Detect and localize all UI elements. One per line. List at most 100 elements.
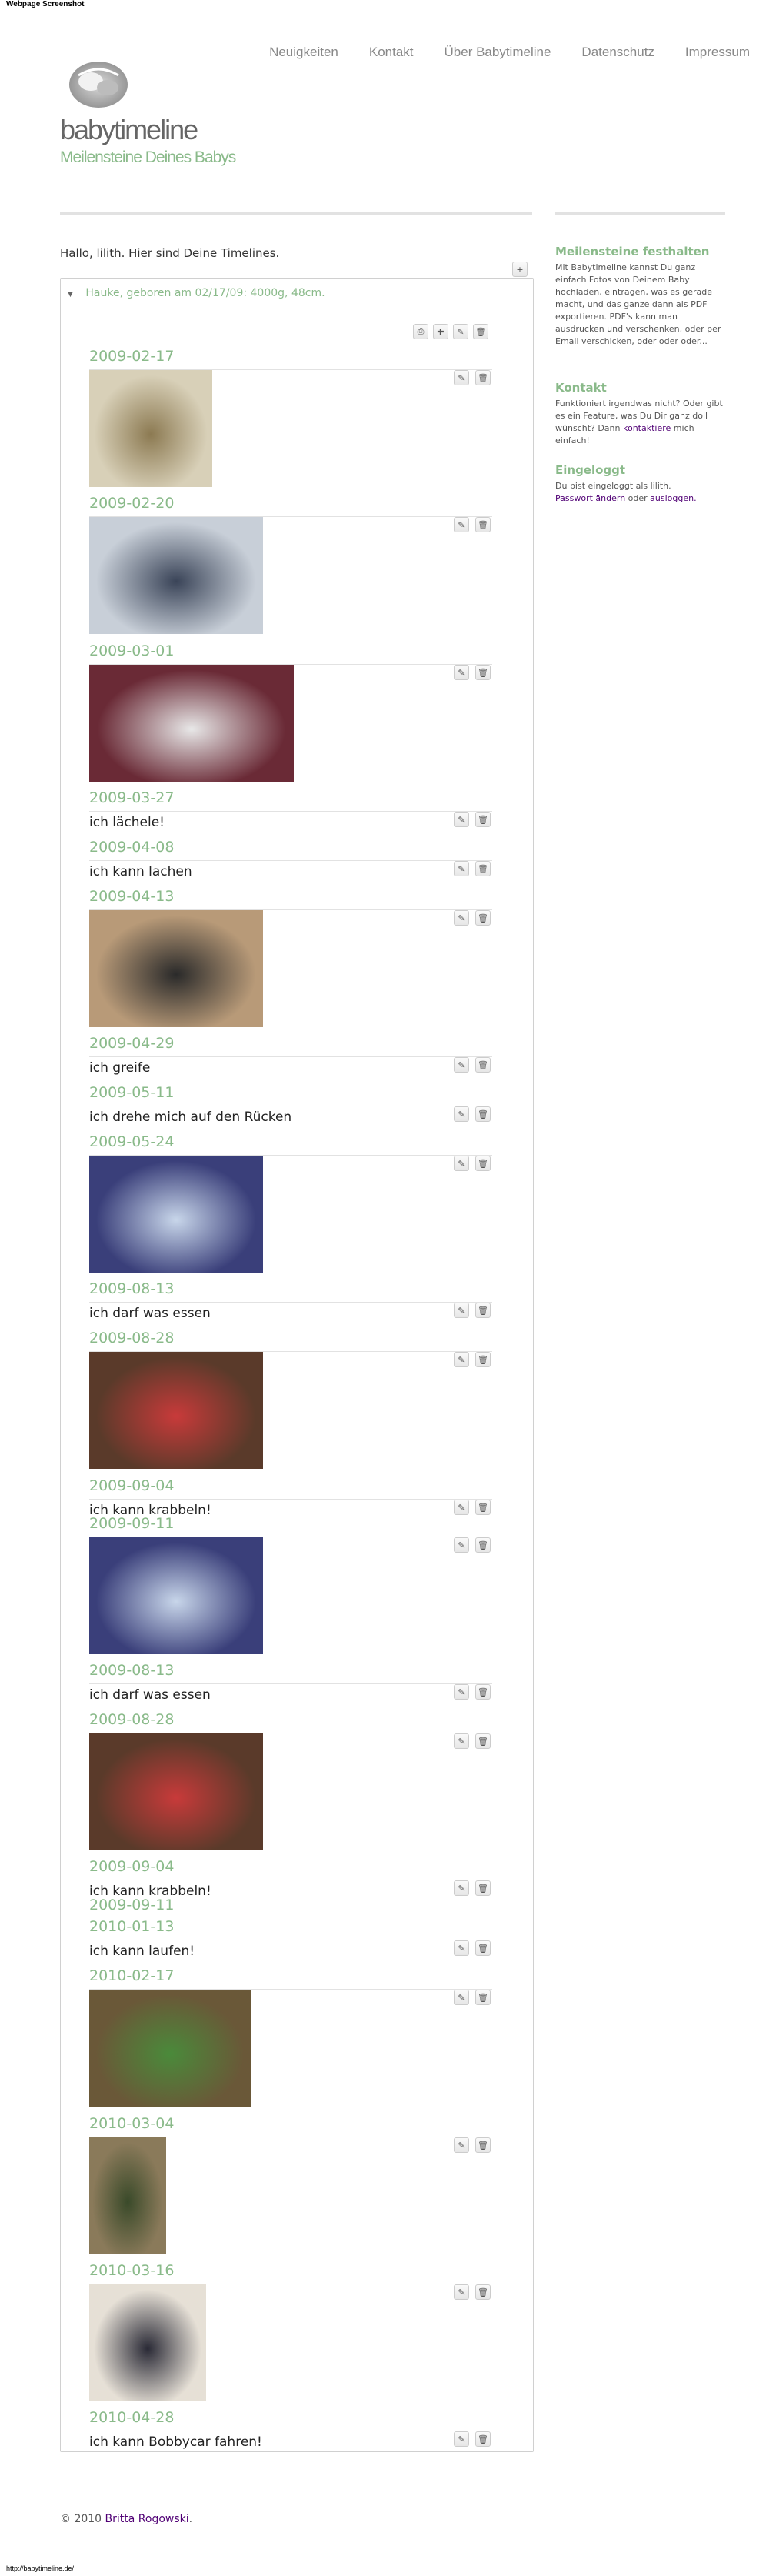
edit-entry-button[interactable]: ✎ (454, 910, 469, 926)
change-password-link[interactable]: Passwort ändern (555, 493, 625, 503)
entry-actions: ✎ 🗑 (454, 1684, 491, 1700)
delete-entry-button[interactable]: 🗑 (475, 665, 491, 680)
print-icon: ⎙ (417, 326, 425, 336)
pencil-icon: ✎ (458, 1059, 465, 1070)
pencil-icon: ✎ (458, 2434, 465, 2444)
edit-entry-button[interactable]: ✎ (454, 517, 469, 532)
edit-entry-button[interactable]: ✎ (454, 812, 469, 827)
entry-photo[interactable] (89, 665, 294, 782)
edit-entry-button[interactable]: ✎ (454, 370, 469, 385)
entry-photo[interactable] (89, 2284, 206, 2401)
delete-entry-button[interactable]: 🗑 (475, 1880, 491, 1896)
screenshot-label: Webpage Screenshot (6, 0, 85, 8)
entry-actions: ✎ 🗑 (454, 1940, 491, 1956)
delete-entry-button[interactable]: 🗑 (475, 1156, 491, 1171)
expand-arrow-icon[interactable]: ▼ (68, 291, 73, 299)
add-timeline-button[interactable]: + (512, 262, 528, 277)
delete-entry-button[interactable]: 🗑 (475, 910, 491, 926)
entry-photo[interactable] (89, 370, 212, 487)
delete-entry-button[interactable]: 🗑 (475, 1684, 491, 1700)
entry-photo[interactable] (89, 1156, 263, 1273)
delete-timeline-button[interactable]: 🗑 (473, 324, 488, 339)
entry-actions: ✎ 🗑 (454, 1990, 491, 2005)
edit-entry-button[interactable]: ✎ (454, 1990, 469, 2005)
entry-photo[interactable] (89, 1733, 263, 1850)
delete-entry-button[interactable]: 🗑 (475, 1106, 491, 1122)
delete-entry-button[interactable]: 🗑 (475, 1057, 491, 1073)
print-button[interactable]: ⎙ (413, 324, 428, 339)
edit-entry-button[interactable]: ✎ (454, 1537, 469, 1553)
logout-link[interactable]: ausloggen. (650, 493, 696, 503)
delete-entry-button[interactable]: 🗑 (475, 861, 491, 876)
add-entry-button[interactable]: ✚ (433, 324, 448, 339)
delete-entry-button[interactable]: 🗑 (475, 1500, 491, 1515)
entry-date: 2009-09-11 (89, 1897, 175, 1914)
nav-neuigkeiten[interactable]: Neuigkeiten (269, 45, 338, 60)
entry-date: 2009-08-13 (89, 1662, 175, 1679)
entry-photo[interactable] (89, 1990, 251, 2107)
status-bar-url: http://babytimeline.de/ (6, 2564, 75, 2572)
edit-entry-button[interactable]: ✎ (454, 665, 469, 680)
nav-ueber[interactable]: Über Babytimeline (445, 45, 551, 60)
trash-icon: 🗑 (478, 1687, 488, 1697)
trash-icon: 🗑 (478, 1109, 488, 1119)
delete-entry-button[interactable]: 🗑 (475, 812, 491, 827)
login-status: Du bist eingeloggt als lilith. (555, 481, 671, 491)
entry-actions: ✎ 🗑 (454, 1057, 491, 1073)
pencil-icon: ✎ (458, 1883, 465, 1894)
contact-link[interactable]: kontaktiere (623, 423, 671, 433)
sidebar-text-features: Mit Babytimeline kannst Du ganz einfach … (555, 262, 721, 346)
sidebar-heading-login: Eingeloggt (555, 463, 626, 477)
delete-entry-button[interactable]: 🗑 (475, 370, 491, 385)
delete-entry-button[interactable]: 🗑 (475, 1733, 491, 1749)
sidebar-heading-features: Meilensteine festhalten (555, 245, 710, 259)
entry-date: 2009-03-27 (89, 789, 175, 806)
site-title[interactable]: babytimeline (60, 114, 198, 146)
entry-photo[interactable] (89, 517, 263, 634)
nav-impressum[interactable]: Impressum (685, 45, 750, 60)
entry-photo[interactable] (89, 1537, 263, 1654)
delete-entry-button[interactable]: 🗑 (475, 1303, 491, 1318)
delete-entry-button[interactable]: 🗑 (475, 2431, 491, 2447)
delete-entry-button[interactable]: 🗑 (475, 1990, 491, 2005)
delete-entry-button[interactable]: 🗑 (475, 2137, 491, 2153)
pencil-icon: ✎ (458, 1736, 465, 1747)
logo[interactable] (63, 52, 134, 112)
edit-entry-button[interactable]: ✎ (454, 1057, 469, 1073)
entry-photo[interactable] (89, 910, 263, 1027)
entry-photo[interactable] (89, 2137, 166, 2254)
edit-entry-button[interactable]: ✎ (454, 861, 469, 876)
edit-entry-button[interactable]: ✎ (454, 1303, 469, 1318)
entry-photo[interactable] (89, 1352, 263, 1469)
edit-entry-button[interactable]: ✎ (454, 1106, 469, 1122)
edit-entry-button[interactable]: ✎ (454, 1156, 469, 1171)
pencil-icon: ✎ (458, 814, 465, 825)
delete-entry-button[interactable]: 🗑 (475, 1352, 491, 1367)
entry-date: 2009-04-13 (89, 888, 175, 905)
edit-timeline-button[interactable]: ✎ (453, 324, 468, 339)
delete-entry-button[interactable]: 🗑 (475, 1537, 491, 1553)
delete-entry-button[interactable]: 🗑 (475, 517, 491, 532)
edit-entry-button[interactable]: ✎ (454, 1940, 469, 1956)
nav-datenschutz[interactable]: Datenschutz (581, 45, 654, 60)
entry-date: 2009-02-17 (89, 348, 175, 365)
entry-date: 2010-04-28 (89, 2409, 175, 2426)
delete-entry-button[interactable]: 🗑 (475, 1940, 491, 1956)
sidebar-text-login: Du bist eingeloggt als lilith. Passwort … (555, 480, 723, 505)
edit-entry-button[interactable]: ✎ (454, 1500, 469, 1515)
trash-icon: 🗑 (478, 2140, 488, 2151)
footer-author-link[interactable]: Britta Rogowski (105, 2513, 189, 2525)
edit-entry-button[interactable]: ✎ (454, 2137, 469, 2153)
nav-kontakt[interactable]: Kontakt (369, 45, 414, 60)
sidebar-heading-contact: Kontakt (555, 381, 607, 395)
timeline-header[interactable]: ▼ Hauke, geboren am 02/17/09: 4000g, 48c… (68, 287, 325, 299)
edit-entry-button[interactable]: ✎ (454, 1733, 469, 1749)
edit-entry-button[interactable]: ✎ (454, 2431, 469, 2447)
edit-entry-button[interactable]: ✎ (454, 1352, 469, 1367)
edit-entry-button[interactable]: ✎ (454, 2284, 469, 2300)
edit-entry-button[interactable]: ✎ (454, 1684, 469, 1700)
edit-entry-button[interactable]: ✎ (454, 1880, 469, 1896)
delete-entry-button[interactable]: 🗑 (475, 2284, 491, 2300)
entry-date: 2009-08-28 (89, 1330, 175, 1346)
trash-icon: 🗑 (478, 1540, 488, 1550)
